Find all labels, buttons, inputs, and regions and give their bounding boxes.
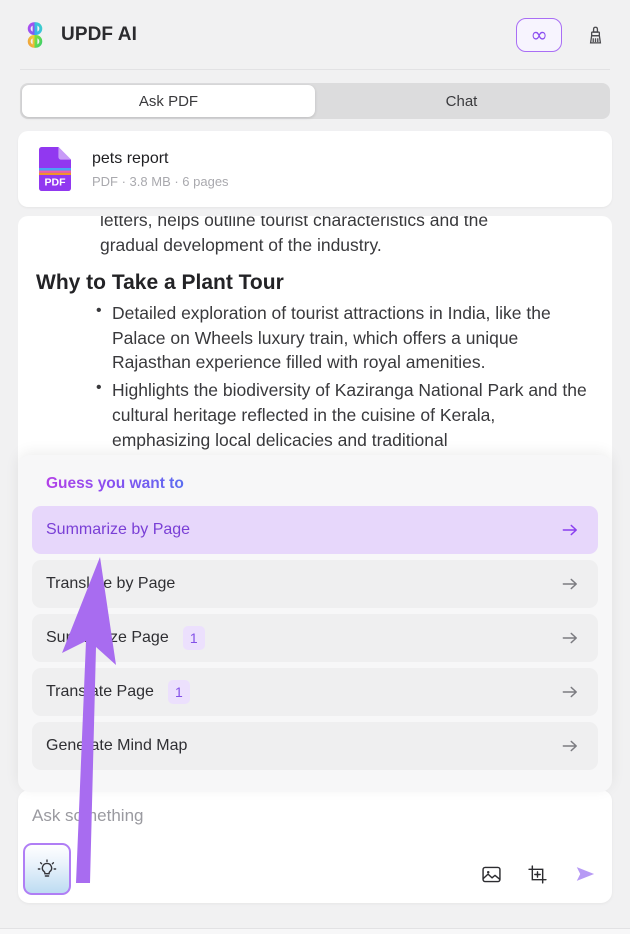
suggestion-label: Summarize by Page <box>46 521 191 538</box>
page-count-badge[interactable]: 1 <box>182 626 205 650</box>
send-button[interactable] <box>572 861 598 887</box>
clover-logo-icon <box>20 20 50 50</box>
bottom-strip <box>0 928 630 934</box>
suggestion-summarize-by-page[interactable]: Summarize by Page <box>32 506 598 554</box>
tab-chat[interactable]: Chat <box>315 85 608 117</box>
app-header: UPDF AI ∞ <box>0 0 630 70</box>
ask-input[interactable]: Ask something <box>32 806 144 826</box>
pdf-file-icon: PDF <box>36 146 74 192</box>
suggestion-generate-mind-map[interactable]: Generate Mind Map <box>32 722 598 770</box>
suggestions-title: Guess you want to <box>46 475 184 492</box>
tab-ask-pdf-label: Ask PDF <box>138 92 199 110</box>
composer-card: Ask something <box>18 790 612 903</box>
document-bullet-list: Detailed exploration of tourist attracti… <box>36 300 594 453</box>
document-content: letters, helps outline tourist character… <box>36 216 594 453</box>
suggestion-label: Translate by Page <box>46 575 176 592</box>
page-count-badge[interactable]: 1 <box>167 680 190 704</box>
composer-tools <box>480 861 598 887</box>
file-name: pets report <box>92 150 169 167</box>
document-line: gradual development of the industry. <box>100 234 382 255</box>
arrow-right-icon <box>560 574 580 594</box>
suggestion-label: Translate Page <box>46 683 154 700</box>
file-meta-text: PDF · 3.8 MB · 6 pages <box>92 174 229 189</box>
attached-file-card[interactable]: PDF pets report PDF · 3.8 MB · 6 pages <box>18 131 612 207</box>
unlimited-credits-button[interactable]: ∞ <box>516 18 562 52</box>
prompt-library-button[interactable] <box>23 843 71 895</box>
arrow-right-icon <box>560 520 580 540</box>
suggestion-translate-by-page[interactable]: Translate by Page <box>32 560 598 608</box>
tab-ask-pdf[interactable]: Ask PDF <box>22 85 315 117</box>
suggestion-label: Summarize Page <box>46 629 169 646</box>
document-line: letters, helps outline tourist character… <box>100 216 489 230</box>
clear-chat-button[interactable] <box>578 18 612 52</box>
arrow-right-icon <box>560 628 580 648</box>
document-bullet: Detailed exploration of tourist attracti… <box>96 300 594 376</box>
infinity-icon: ∞ <box>530 22 548 47</box>
send-arrow-icon <box>576 867 595 881</box>
image-icon[interactable] <box>480 863 503 886</box>
svg-text:PDF: PDF <box>45 176 67 188</box>
arrow-right-icon <box>560 736 580 756</box>
suggestion-summarize-page[interactable]: Summarize Page 1 <box>32 614 598 662</box>
document-preview[interactable]: letters, helps outline tourist character… <box>18 216 612 478</box>
page-title: UPDF AI <box>61 24 137 45</box>
document-heading: Why to Take a Plant Tour <box>36 270 284 294</box>
file-meta: pets report PDF · 3.8 MB · 6 pages <box>92 149 229 189</box>
arrow-right-icon <box>560 682 580 702</box>
document-bullet: Highlights the biodiversity of Kaziranga… <box>96 377 594 453</box>
suggestions-panel: Guess you want to Summarize by Page Tran… <box>18 455 612 792</box>
lightbulb-icon <box>37 859 57 877</box>
broom-icon <box>589 26 601 44</box>
snapshot-crop-icon[interactable] <box>526 863 549 886</box>
suggestion-label: Generate Mind Map <box>46 737 188 754</box>
suggestion-translate-page[interactable]: Translate Page 1 <box>32 668 598 716</box>
mode-tabbar: Ask PDF Chat <box>20 83 610 119</box>
tab-chat-label: Chat <box>445 92 478 110</box>
